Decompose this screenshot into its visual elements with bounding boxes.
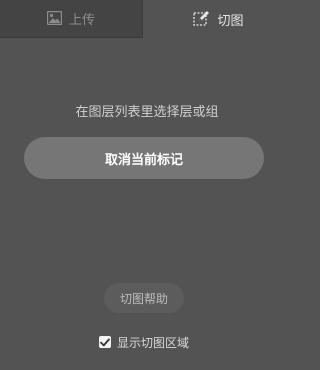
- tab-upload-label: 上传: [68, 13, 95, 28]
- instruction-text: 在图层列表里选择层或组: [75, 105, 219, 120]
- cancel-mark-button[interactable]: 取消当前标记: [24, 137, 264, 179]
- tab-slice[interactable]: 切图: [143, 0, 294, 38]
- tab-slice-label: 切图: [217, 13, 244, 29]
- checkmark-icon: [100, 338, 110, 346]
- show-slice-area-label: 显示切图区域: [117, 335, 190, 350]
- slice-help-button[interactable]: 切图帮助: [104, 283, 184, 313]
- show-slice-area-option: 显示切图区域: [99, 334, 189, 350]
- show-slice-area-checkbox[interactable]: [99, 336, 111, 348]
- slice-panel: 上传 切图 在图层列表里选择层或组 取消当前标记 切图帮助 显示切图区域: [0, 0, 294, 370]
- image-icon: [46, 10, 62, 25]
- slice-edit-icon: [193, 10, 210, 26]
- tab-bar: 上传 切图: [0, 0, 294, 38]
- tab-upload[interactable]: 上传: [0, 0, 143, 38]
